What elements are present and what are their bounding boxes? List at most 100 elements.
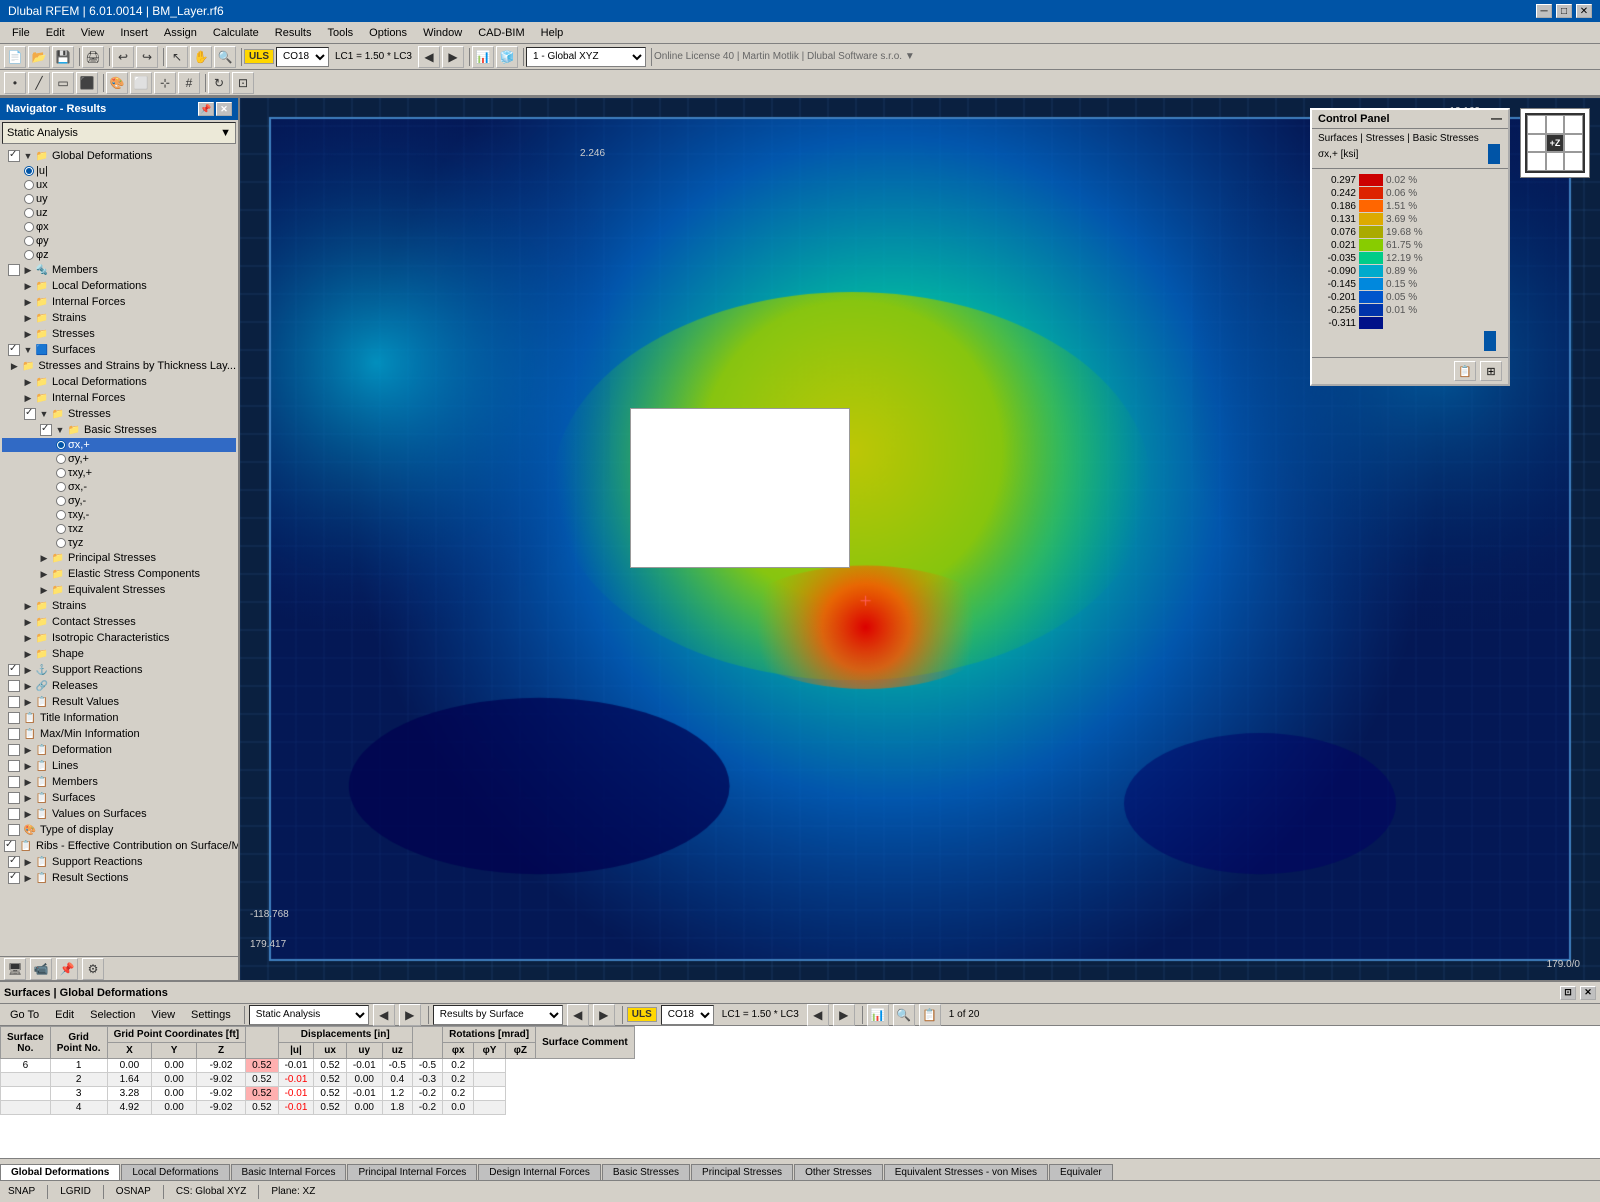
tree-s-txm[interactable]: τxy,-: [2, 508, 236, 522]
new-btn[interactable]: 📄: [4, 46, 26, 68]
tree-s-tyz[interactable]: τyz: [2, 536, 236, 550]
bottom-tab[interactable]: Principal Stresses: [691, 1164, 793, 1180]
tree-result-values[interactable]: ▶ 📋 Result Values: [2, 694, 236, 710]
cp-minimize[interactable]: —: [1491, 113, 1502, 125]
tree-surfaces[interactable]: ▼ 🟦 Surfaces: [2, 342, 236, 358]
pan-btn[interactable]: ✋: [190, 46, 212, 68]
exp-s-basic[interactable]: ▼: [54, 424, 66, 436]
cs-combo[interactable]: 1 - Global XYZ: [526, 47, 646, 67]
tree-m-stresses[interactable]: ▶ 📁 Stresses: [2, 326, 236, 342]
cb-surfaces2[interactable]: [8, 792, 20, 804]
save-btn[interactable]: 💾: [52, 46, 74, 68]
bp-view[interactable]: View: [145, 1007, 181, 1023]
radio-sxm[interactable]: [56, 482, 66, 492]
render-btn[interactable]: 🎨: [106, 72, 128, 94]
bottom-tab[interactable]: Other Stresses: [794, 1164, 883, 1180]
zoom-btn[interactable]: 🔍: [214, 46, 236, 68]
radio-uz[interactable]: [24, 208, 34, 218]
co-combo[interactable]: CO18: [276, 47, 329, 67]
bp-results-combo[interactable]: Results by Surface: [433, 1005, 563, 1025]
tree-s-localdef[interactable]: ▶ 📁 Local Deformations: [2, 374, 236, 390]
radio-sxp[interactable]: [56, 440, 66, 450]
radio-uy[interactable]: [24, 194, 34, 204]
bp-res-prev[interactable]: ◀: [567, 1004, 589, 1026]
cb-result-values[interactable]: [8, 696, 20, 708]
exp-surfaces2[interactable]: ▶: [22, 792, 34, 804]
bp-icon1[interactable]: 📊: [867, 1004, 889, 1026]
exp-s-elastic[interactable]: ▶: [38, 568, 50, 580]
exp-s-shape[interactable]: ▶: [22, 648, 34, 660]
tree-uy[interactable]: uy: [2, 192, 236, 206]
cb-maxmin-info[interactable]: [8, 728, 20, 740]
bp-analysis-combo[interactable]: Static Analysis: [249, 1005, 369, 1025]
exp-s-princ[interactable]: ▶: [38, 552, 50, 564]
tree-s-stressstrains[interactable]: ▶ 📁 Stresses and Strains by Thickness La…: [2, 358, 236, 374]
bp-goto[interactable]: Go To: [4, 1007, 45, 1023]
nav-btn-3[interactable]: 📌: [56, 958, 78, 980]
bp-selection[interactable]: Selection: [84, 1007, 141, 1023]
menu-cad-bim[interactable]: CAD-BIM: [470, 25, 532, 41]
bottom-tab[interactable]: Basic Stresses: [602, 1164, 690, 1180]
cb-surfaces[interactable]: [8, 344, 20, 356]
exp-members2[interactable]: ▶: [22, 776, 34, 788]
wire-btn[interactable]: ⬜: [130, 72, 152, 94]
nav-pin-btn[interactable]: 📌: [198, 102, 214, 116]
exp-vos[interactable]: ▶: [22, 808, 34, 820]
tree-m-strains[interactable]: ▶ 📁 Strains: [2, 310, 236, 326]
tree-u[interactable]: |u|: [2, 164, 236, 178]
radio-tyz[interactable]: [56, 538, 66, 548]
tree-py[interactable]: φy: [2, 234, 236, 248]
bottom-tab[interactable]: Principal Internal Forces: [347, 1164, 477, 1180]
bottom-tab[interactable]: Design Internal Forces: [478, 1164, 601, 1180]
cb-rs[interactable]: [8, 872, 20, 884]
axes-btn[interactable]: ⊹: [154, 72, 176, 94]
radio-py[interactable]: [24, 236, 34, 246]
cb-members2[interactable]: [8, 776, 20, 788]
tree-pz[interactable]: φz: [2, 248, 236, 262]
fitall-btn[interactable]: ⊡: [232, 72, 254, 94]
maximize-button[interactable]: □: [1556, 4, 1572, 18]
minimize-button[interactable]: ─: [1536, 4, 1552, 18]
view3d-btn[interactable]: 🧊: [496, 46, 518, 68]
menu-file[interactable]: File: [4, 25, 38, 41]
tree-s-intforces[interactable]: ▶ 📁 Internal Forces: [2, 390, 236, 406]
tree-s-sxp[interactable]: σx,+: [2, 438, 236, 452]
redo-btn[interactable]: ↪: [136, 46, 158, 68]
exp-members[interactable]: ▶: [22, 264, 34, 276]
cb-support-rx[interactable]: [8, 664, 20, 676]
radio-syp[interactable]: [56, 454, 66, 464]
menu-results[interactable]: Results: [267, 25, 320, 41]
undo-btn[interactable]: ↩: [112, 46, 134, 68]
nav-btn-2[interactable]: 📹: [30, 958, 52, 980]
tree-lines[interactable]: ▶ 📋 Lines: [2, 758, 236, 774]
bottom-tab[interactable]: Local Deformations: [121, 1164, 229, 1180]
exp-s-strains[interactable]: ▶: [22, 600, 34, 612]
cb-ribs[interactable]: [4, 840, 16, 852]
bottom-tab[interactable]: Global Deformations: [0, 1164, 120, 1180]
bp-lc-prev[interactable]: ◀: [807, 1004, 829, 1026]
tree-s-elastic[interactable]: ▶ 📁 Elastic Stress Components: [2, 566, 236, 582]
tree-result-sections[interactable]: ▶ 📋 Result Sections: [2, 870, 236, 886]
exp-support-rx2[interactable]: ▶: [22, 856, 34, 868]
cb-members[interactable]: [8, 264, 20, 276]
menu-window[interactable]: Window: [415, 25, 470, 41]
print-btn[interactable]: 🖨: [82, 46, 104, 68]
tree-s-equiv[interactable]: ▶ 📁 Equivalent Stresses: [2, 582, 236, 598]
exp-s-localdef[interactable]: ▶: [22, 376, 34, 388]
line-btn[interactable]: ╱: [28, 72, 50, 94]
tree-px[interactable]: φx: [2, 220, 236, 234]
menu-help[interactable]: Help: [533, 25, 572, 41]
bp-expand-btn[interactable]: ⊡: [1560, 986, 1576, 1000]
tree-maxmin-info[interactable]: 📋 Max/Min Information: [2, 726, 236, 742]
radio-ux[interactable]: [24, 180, 34, 190]
radio-px[interactable]: [24, 222, 34, 232]
cb-deformation[interactable]: [8, 744, 20, 756]
radio-sym[interactable]: [56, 496, 66, 506]
tree-support-rx[interactable]: ▶ ⚓ Support Reactions: [2, 662, 236, 678]
tree-s-sym[interactable]: σy,-: [2, 494, 236, 508]
menu-edit[interactable]: Edit: [38, 25, 73, 41]
tree-s-syp[interactable]: σy,+: [2, 452, 236, 466]
tree-surfaces2[interactable]: ▶ 📋 Surfaces: [2, 790, 236, 806]
grid-label[interactable]: LGRID: [60, 1186, 91, 1197]
radio-txp[interactable]: [56, 468, 66, 478]
